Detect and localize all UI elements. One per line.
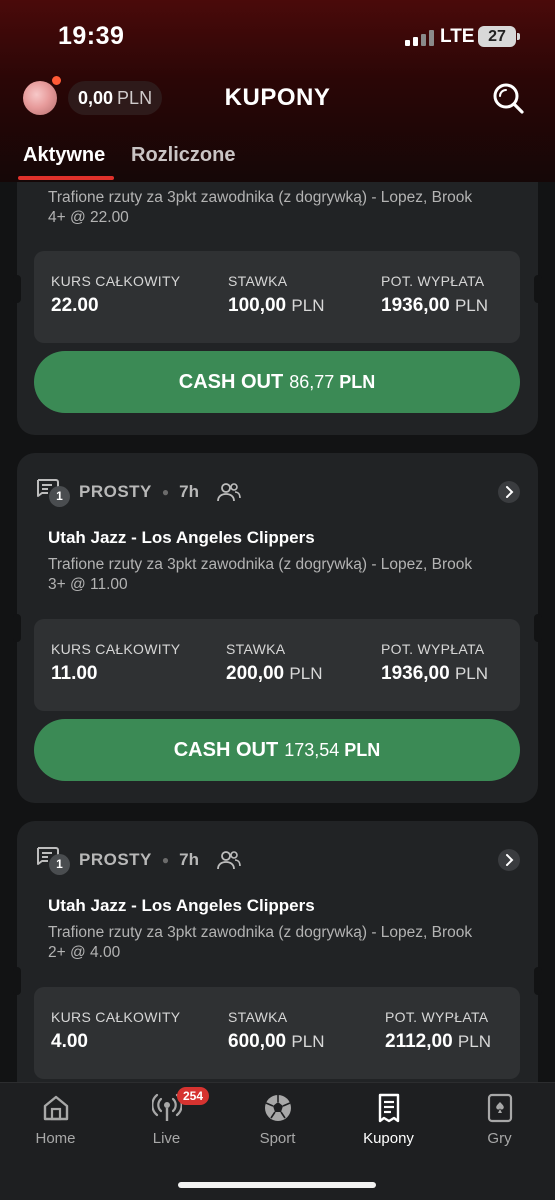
tab-aktywne[interactable]: Aktywne	[23, 144, 105, 167]
coupon-list[interactable]: Trafione rzuty za 3pkt zawodnika (z dogr…	[0, 182, 555, 1082]
soccer-ball-icon	[264, 1095, 291, 1121]
nav-kupony[interactable]: Kupony	[333, 1093, 444, 1147]
bet-time: 7h	[179, 850, 199, 869]
bet-selection: Trafione rzuty za 3pkt zawodnika (z dogr…	[48, 189, 473, 226]
stake-currency: PLN	[289, 664, 323, 683]
cashout-amount: 86,77	[289, 371, 335, 392]
playing-card-icon	[487, 1093, 512, 1123]
cashout-amount: 173,54	[284, 739, 340, 760]
payout-value: 1936,00	[381, 663, 450, 684]
bet-selection: Trafione rzuty za 3pkt zawodnika (z dogr…	[48, 924, 473, 961]
search-button[interactable]	[490, 80, 526, 116]
coupon-card[interactable]: 1 PROSTY ● 7h Utah Jazz - Los Angeles Cl…	[13, 453, 542, 803]
home-indicator	[178, 1182, 376, 1188]
odds-value: 4.00	[51, 1031, 88, 1052]
status-bar: 19:39 LTE 27	[0, 0, 555, 70]
people-icon	[217, 483, 241, 502]
tab-rozliczone[interactable]: Rozliczone	[131, 144, 235, 167]
nav-home[interactable]: Home	[0, 1093, 111, 1147]
odds-label: KURS CAŁKOWITY	[51, 641, 181, 657]
bet-selection: Trafione rzuty za 3pkt zawodnika (z dogr…	[48, 556, 473, 593]
nav-live[interactable]: 254 Live	[111, 1087, 222, 1147]
bet-summary: KURS CAŁKOWITY 22.00 STAWKA 100,00 PLN P…	[34, 251, 520, 343]
page-title: KUPONY	[224, 84, 331, 111]
expand-coupon-button[interactable]	[498, 481, 520, 503]
payout-value: 2112,00	[385, 1031, 453, 1052]
coupon-card[interactable]: Trafione rzuty za 3pkt zawodnika (z dogr…	[13, 182, 542, 435]
odds-label: KURS CAŁKOWITY	[51, 1009, 181, 1025]
stake-value: 600,00	[228, 1031, 287, 1052]
signal-icon	[405, 30, 435, 46]
stake-currency: PLN	[291, 296, 325, 315]
bet-type: PROSTY	[79, 850, 152, 869]
stake-label: STAWKA	[228, 1009, 288, 1025]
payout-label: POT. WYPŁATA	[385, 1009, 489, 1025]
tab-bar: Aktywne Rozliczone	[0, 140, 555, 182]
payout-label: POT. WYPŁATA	[381, 641, 485, 657]
separator-dot: ●	[161, 853, 170, 867]
payout-label: POT. WYPŁATA	[381, 273, 485, 289]
payout-currency: PLN	[454, 664, 489, 683]
bet-time: 7h	[179, 482, 199, 501]
nav-label: Home	[35, 1130, 76, 1147]
stake-label: STAWKA	[226, 641, 286, 657]
cashout-label: CASH OUT	[178, 370, 284, 393]
odds-value: 11.00	[51, 663, 98, 684]
coupon-header: 1 PROSTY ● 7h	[35, 475, 520, 509]
payout-value: 1936,00	[381, 295, 450, 316]
nav-sport[interactable]: Sport	[222, 1093, 333, 1147]
nav-label: Kupony	[363, 1130, 414, 1147]
match-name: Utah Jazz - Los Angeles Clippers	[48, 896, 315, 915]
nav-label: Gry	[487, 1130, 512, 1147]
separator-dot: ●	[161, 485, 170, 499]
stake-currency: PLN	[291, 1032, 325, 1051]
nav-gry[interactable]: Gry	[444, 1093, 555, 1147]
status-time: 19:39	[58, 22, 125, 50]
cashout-currency: PLN	[339, 371, 376, 392]
active-tab-indicator	[18, 176, 114, 180]
bet-summary: KURS CAŁKOWITY 11.00 STAWKA 200,00 PLN P…	[34, 619, 520, 711]
home-icon	[43, 1095, 68, 1121]
match-name: Utah Jazz - Los Angeles Clippers	[48, 528, 315, 547]
payout-currency: PLN	[457, 1032, 491, 1051]
payout-currency: PLN	[454, 296, 489, 315]
stake-label: STAWKA	[228, 273, 288, 289]
network-label: LTE	[440, 26, 475, 47]
odds-label: KURS CAŁKOWITY	[51, 273, 181, 289]
receipt-icon	[378, 1093, 399, 1123]
coupon-icon: 1	[35, 845, 75, 875]
cashout-button[interactable]: CASH OUT 86,77 PLN	[34, 351, 520, 413]
search-icon	[493, 83, 524, 114]
stake-value: 100,00	[228, 295, 287, 316]
people-icon	[217, 851, 241, 870]
selection-count: 1	[49, 486, 70, 507]
nav-label: Live	[152, 1130, 181, 1147]
battery-icon: 27	[478, 26, 520, 47]
live-count-badge: 254	[177, 1087, 210, 1105]
coupon-icon: 1	[35, 477, 75, 507]
coupon-header: 1 PROSTY ● 7h	[35, 843, 520, 877]
chevron-right-icon	[506, 486, 514, 498]
expand-coupon-button[interactable]	[498, 849, 520, 871]
stake-value: 200,00	[226, 663, 285, 684]
cashout-currency: PLN	[344, 739, 381, 760]
selection-count: 1	[49, 854, 70, 875]
nav-label: Sport	[259, 1130, 296, 1147]
cashout-button[interactable]: CASH OUT 173,54 PLN	[34, 719, 520, 781]
cashout-label: CASH OUT	[173, 738, 279, 761]
bet-type: PROSTY	[79, 482, 152, 501]
chevron-right-icon	[506, 854, 514, 866]
coupon-card[interactable]: 1 PROSTY ● 7h Utah Jazz - Los Angeles Cl…	[13, 821, 542, 1082]
bet-summary: KURS CAŁKOWITY 4.00 STAWKA 600,00 PLN PO…	[34, 987, 520, 1079]
odds-value: 22.00	[51, 295, 99, 316]
